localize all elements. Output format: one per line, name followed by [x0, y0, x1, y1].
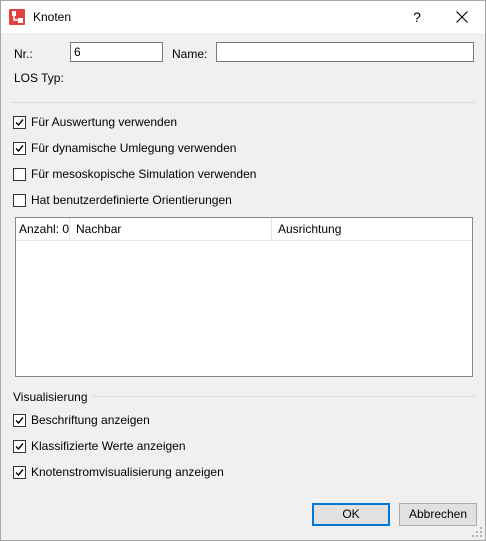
help-button[interactable]: ?	[399, 1, 435, 33]
cancel-button[interactable]: Abbrechen	[399, 503, 477, 526]
checkbox-benutzerdefinierte-orientierungen[interactable]: Hat benutzerdefinierte Orientierungen	[13, 193, 253, 209]
dialog-content: Nr.: Name: LOS Typ: Für Auswertung verwe…	[1, 33, 485, 540]
checkbox-label: Klassifizierte Werte anzeigen	[31, 439, 186, 453]
group-separator	[93, 396, 475, 397]
checkmark-icon	[15, 119, 24, 127]
checkbox-box[interactable]	[13, 168, 26, 181]
checkbox-box[interactable]	[13, 116, 26, 129]
column-header-nachbar[interactable]: Nachbar	[70, 218, 272, 240]
close-icon	[456, 11, 468, 23]
nr-input[interactable]	[70, 42, 163, 62]
visualisierung-group-label: Visualisierung	[13, 390, 88, 404]
checkbox-dynamische-umlegung[interactable]: Für dynamische Umlegung verwenden	[13, 141, 253, 157]
checkmark-icon	[15, 469, 24, 477]
checkbox-box[interactable]	[13, 194, 26, 207]
close-button[interactable]	[439, 1, 485, 33]
checkbox-mesoskopische-simulation[interactable]: Für mesoskopische Simulation verwenden	[13, 167, 273, 183]
checkbox-label: Für dynamische Umlegung verwenden	[31, 141, 237, 155]
window-title: Knoten	[33, 10, 72, 24]
checkbox-fuer-auswertung[interactable]: Für Auswertung verwenden	[13, 115, 213, 131]
checkbox-box[interactable]	[13, 414, 26, 427]
table-header: Anzahl: 0 Nachbar Ausrichtung	[16, 218, 472, 241]
checkbox-box[interactable]	[13, 440, 26, 453]
checkbox-label: Beschriftung anzeigen	[31, 413, 150, 427]
column-header-ausrichtung[interactable]: Ausrichtung	[272, 218, 472, 240]
los-typ-label: LOS Typ:	[14, 71, 64, 85]
checkbox-label: Hat benutzerdefinierte Orientierungen	[31, 193, 232, 207]
checkbox-label: Für Auswertung verwenden	[31, 115, 178, 129]
checkbox-beschriftung[interactable]: Beschriftung anzeigen	[13, 413, 193, 429]
nr-label: Nr.:	[14, 47, 33, 61]
checkmark-icon	[15, 443, 24, 451]
checkbox-label: Für mesoskopische Simulation verwenden	[31, 167, 257, 181]
checkbox-box[interactable]	[13, 466, 26, 479]
neighbors-table[interactable]: Anzahl: 0 Nachbar Ausrichtung	[15, 217, 473, 377]
checkmark-icon	[15, 145, 24, 153]
column-header-anzahl[interactable]: Anzahl: 0	[16, 218, 70, 240]
dialog-window: Knoten ? Nr.: Name: LOS Typ: Für Auswert…	[0, 0, 486, 541]
separator	[11, 102, 475, 103]
title-bar: Knoten ?	[1, 1, 485, 33]
checkbox-knotenstromvisualisierung[interactable]: Knotenstromvisualisierung anzeigen	[13, 465, 243, 481]
app-icon	[9, 9, 25, 25]
resize-grip-icon[interactable]	[471, 526, 483, 538]
name-label: Name:	[172, 47, 208, 61]
checkbox-box[interactable]	[13, 142, 26, 155]
ok-button[interactable]: OK	[312, 503, 390, 526]
checkmark-icon	[15, 417, 24, 425]
name-input[interactable]	[216, 42, 474, 62]
checkbox-klassifizierte-werte[interactable]: Klassifizierte Werte anzeigen	[13, 439, 213, 455]
checkbox-label: Knotenstromvisualisierung anzeigen	[31, 465, 224, 479]
